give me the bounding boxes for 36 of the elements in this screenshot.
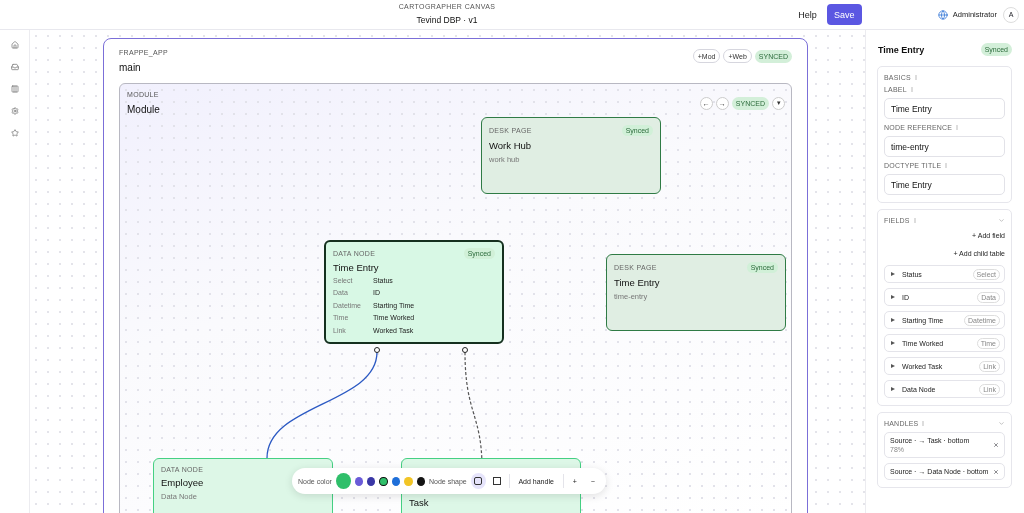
node-title: Time Entry [614,277,660,288]
help-button[interactable]: Help [798,9,817,20]
save-button[interactable]: Save [826,4,862,25]
text-field[interactable]: Time Entry [884,174,1005,195]
color-swatch[interactable] [354,476,364,486]
panel-title: Time Entry [878,44,925,55]
color-swatch[interactable] [404,476,413,486]
settings-icon[interactable] [10,107,19,115]
inbox-icon[interactable] [10,63,19,71]
frame-name: main [119,62,142,73]
expand-triangle-icon[interactable] [891,272,895,276]
expand-triangle-icon[interactable] [891,387,895,391]
node-title: Time Entry [333,261,379,273]
color-swatch[interactable] [391,476,401,486]
globe-icon[interactable] [937,9,948,20]
star-icon[interactable] [10,129,19,137]
expand-triangle-icon[interactable] [891,295,895,299]
handle-dot[interactable] [374,347,380,353]
expand-triangle-icon[interactable] [891,341,895,345]
node-title: Work Hub [489,140,532,151]
handle-dot[interactable] [462,347,468,353]
current-color-swatch[interactable] [335,473,351,489]
text-field[interactable]: time-entry [884,136,1005,157]
remove-icon[interactable] [993,468,999,475]
project-title: Tevind DBP · v1 [416,15,478,25]
text-field[interactable]: Time Entry [884,98,1005,119]
color-swatch[interactable] [379,476,388,486]
color-swatch[interactable] [416,476,425,486]
expand-triangle-icon[interactable] [891,364,895,368]
expand-triangle-icon[interactable] [891,318,895,322]
node-title: Task [409,497,429,508]
frame-name: Module [127,104,160,115]
node-title: Employee [161,477,204,488]
rounded-shape-button[interactable] [470,473,486,489]
remove-icon[interactable] [993,442,999,448]
color-swatch[interactable] [367,476,376,486]
